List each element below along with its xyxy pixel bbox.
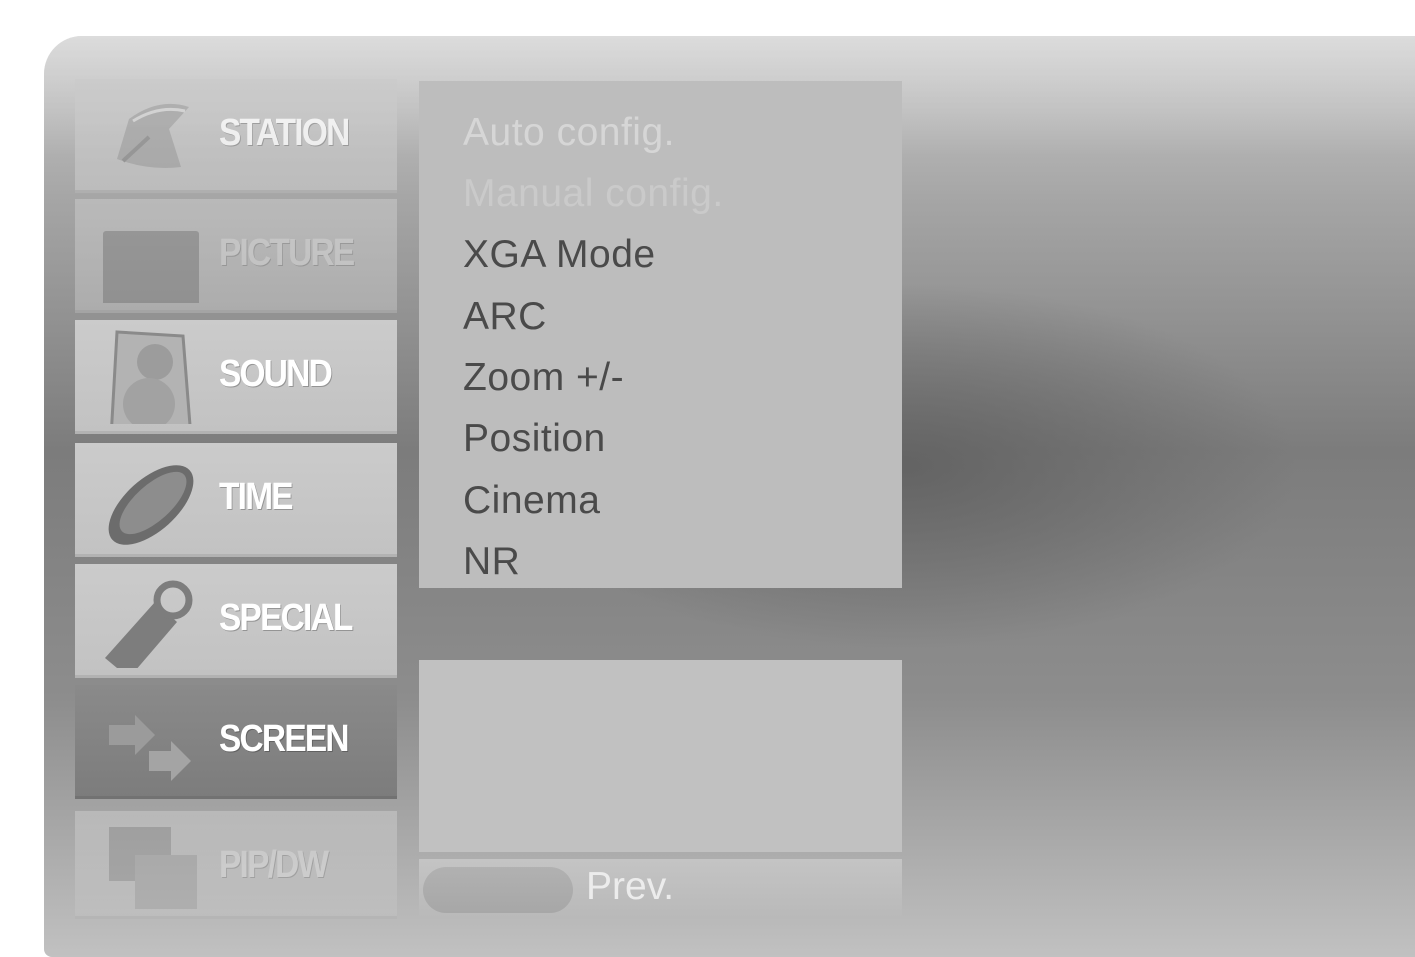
satellite-dish-icon (117, 103, 189, 168)
submenu-item-cinema[interactable]: Cinema (463, 479, 600, 523)
menu-item-time[interactable]: TIME (75, 443, 397, 557)
menu-item-label: SOUND (219, 353, 333, 395)
tv-osd-menu: STATION PICTURE SOUND TIME SPECIAL SCREE… (44, 36, 1415, 957)
submenu-panel: Auto config. Manual config. XGA Mode ARC… (419, 81, 902, 588)
tag-icon (105, 580, 193, 668)
menu-item-station[interactable]: STATION (75, 79, 397, 193)
menu-item-screen[interactable]: SCREEN (75, 685, 397, 799)
menu-item-pip-dw[interactable]: PIP/DW (75, 811, 397, 919)
help-panel (419, 660, 902, 852)
menu-item-label: PIP/DW (219, 844, 329, 886)
speaker-icon (110, 330, 192, 424)
submenu-item-xga-mode[interactable]: XGA Mode (463, 233, 656, 277)
submenu-item-arc[interactable]: ARC (463, 295, 547, 339)
menu-item-label: TIME (219, 476, 294, 518)
menu-item-picture[interactable]: PICTURE (75, 199, 397, 313)
menu-item-label: SPECIAL (219, 597, 353, 639)
footer-bar: Prev. (419, 859, 902, 918)
tv-screen-icon (103, 231, 199, 303)
menu-item-label: PICTURE (219, 232, 355, 274)
menu-item-special[interactable]: SPECIAL (75, 564, 397, 678)
clock-dial-icon (108, 465, 194, 545)
menu-item-sound[interactable]: SOUND (75, 320, 397, 434)
submenu-item-manual-config[interactable]: Manual config. (463, 172, 724, 216)
pip-windows-icon (109, 827, 197, 909)
arrows-icon (109, 715, 191, 781)
prev-button[interactable] (423, 867, 573, 913)
submenu-item-nr[interactable]: NR (463, 540, 520, 584)
menu-item-label: STATION (219, 112, 350, 154)
submenu-item-position[interactable]: Position (463, 417, 606, 461)
prev-label: Prev. (586, 865, 675, 908)
submenu-item-zoom[interactable]: Zoom +/- (463, 356, 624, 400)
submenu-item-auto-config[interactable]: Auto config. (463, 111, 675, 155)
menu-item-label: SCREEN (219, 718, 350, 760)
